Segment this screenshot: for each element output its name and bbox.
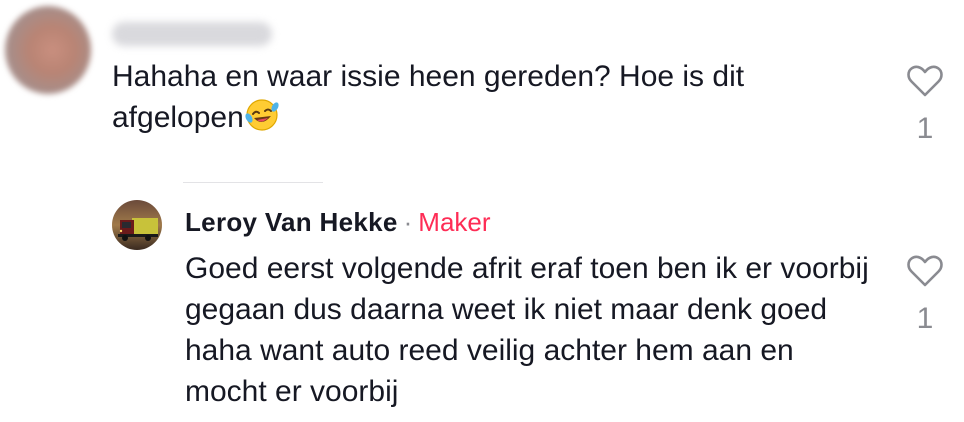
truck-avatar-image xyxy=(112,200,162,250)
comment-text: Hahaha en waar issie heen gereden? Hoe i… xyxy=(112,60,745,134)
reply-header: Leroy Van Hekke · Maker xyxy=(185,206,491,238)
comment-body: Hahaha en waar issie heen gereden? Hoe i… xyxy=(112,56,872,138)
comment-like-count: 1 xyxy=(916,112,934,145)
separator-dot: · xyxy=(403,207,413,237)
reply-avatar[interactable] xyxy=(112,200,162,250)
reply-body: Goed eerst volgende afrit eraf toen ben … xyxy=(185,252,869,408)
comment-like[interactable]: 1 xyxy=(895,64,955,144)
divider xyxy=(183,182,323,183)
heart-icon[interactable] xyxy=(906,254,944,288)
avatar[interactable] xyxy=(5,6,91,94)
heart-icon[interactable] xyxy=(906,64,944,98)
creator-badge: Maker xyxy=(418,207,491,237)
reply-like-count: 1 xyxy=(916,302,934,335)
laughing-emoji-icon xyxy=(245,99,279,131)
reply-like[interactable]: 1 xyxy=(895,254,955,334)
reply-author-name[interactable]: Leroy Van Hekke xyxy=(185,207,398,237)
comment-username[interactable]: jaewilhelm xyxy=(112,22,272,46)
